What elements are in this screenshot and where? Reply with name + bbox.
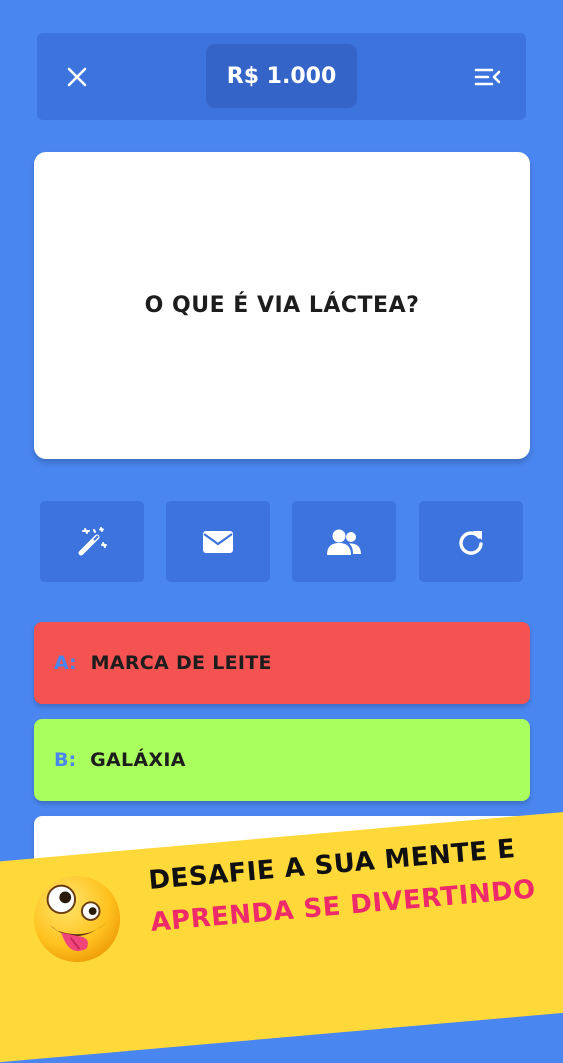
group-icon bbox=[327, 529, 361, 555]
close-icon bbox=[67, 67, 87, 87]
answer-letter: A: bbox=[54, 652, 77, 674]
envelope-icon bbox=[203, 530, 233, 553]
question-card: O QUE É VIA LÁCTEA? bbox=[34, 152, 530, 459]
lifeline-magic-button[interactable] bbox=[40, 501, 144, 582]
magic-wand-icon bbox=[78, 526, 107, 555]
lifeline-mail-button[interactable] bbox=[166, 501, 270, 582]
lifeline-swap-button[interactable] bbox=[419, 501, 523, 582]
answer-text: MARCA DE LEITE bbox=[90, 652, 272, 674]
menu-button[interactable] bbox=[470, 59, 506, 95]
question-text: O QUE É VIA LÁCTEA? bbox=[144, 293, 420, 318]
answer-option-b[interactable]: B: GALÁXIA bbox=[34, 719, 530, 801]
balance-badge: R$ 1.000 bbox=[206, 44, 357, 108]
menu-collapse-icon bbox=[474, 68, 501, 86]
close-button[interactable] bbox=[59, 59, 95, 95]
answer-option-a[interactable]: A: MARCA DE LEITE bbox=[34, 622, 530, 704]
refresh-icon bbox=[459, 530, 483, 555]
answer-text: GALÁXIA bbox=[90, 749, 186, 771]
lifeline-audience-button[interactable] bbox=[292, 501, 396, 582]
answer-letter: B: bbox=[54, 749, 77, 771]
top-bar: R$ 1.000 bbox=[37, 33, 526, 120]
zany-face-emoji bbox=[33, 875, 121, 963]
